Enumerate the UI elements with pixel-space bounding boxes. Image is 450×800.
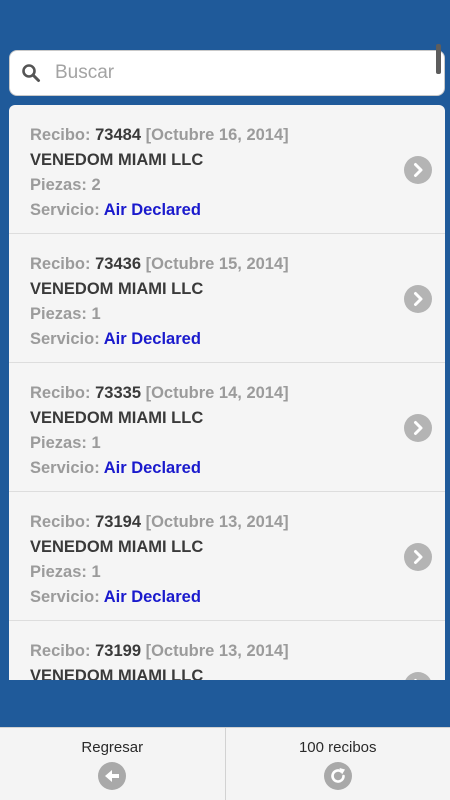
- receipt-service-line: Servicio: Air Declared: [30, 327, 445, 352]
- receipt-line: Recibo: 73436 [Octubre 15, 2014]: [30, 252, 445, 277]
- chevron-right-icon[interactable]: [404, 543, 432, 571]
- chevron-right-icon[interactable]: [404, 156, 432, 184]
- service-label: Servicio:: [30, 201, 100, 219]
- back-button[interactable]: Regresar: [0, 728, 225, 800]
- service-label: Servicio:: [30, 459, 100, 477]
- pieces-value: 1: [91, 305, 101, 323]
- receipt-label: Recibo:: [30, 513, 91, 531]
- pieces-label: Piezas:: [30, 176, 87, 194]
- receipt-item[interactable]: Recibo: 73484 [Octubre 16, 2014] VENEDOM…: [9, 105, 445, 234]
- pieces-label: Piezas:: [30, 305, 87, 323]
- search-input[interactable]: [55, 62, 415, 84]
- receipt-number: 73194: [95, 513, 141, 531]
- receipt-list: Recibo: 73484 [Octubre 16, 2014] VENEDOM…: [9, 105, 445, 680]
- receipt-service-line: Servicio: Air Declared: [30, 585, 445, 610]
- receipt-company: VENEDOM MIAMI LLC: [30, 280, 204, 298]
- arrow-left-icon: [98, 762, 127, 790]
- receipt-number: 73199: [95, 642, 141, 660]
- receipt-pieces-line: Piezas: 1: [30, 302, 445, 327]
- receipt-label: Recibo:: [30, 126, 91, 144]
- pieces-label: Piezas:: [30, 434, 87, 452]
- receipt-item[interactable]: Recibo: 73199 [Octubre 13, 2014] VENEDOM…: [9, 621, 445, 680]
- receipt-item[interactable]: Recibo: 73194 [Octubre 13, 2014] VENEDOM…: [9, 492, 445, 621]
- receipt-line: Recibo: 73484 [Octubre 16, 2014]: [30, 123, 445, 148]
- service-value: Air Declared: [103, 330, 201, 348]
- receipt-label: Recibo:: [30, 384, 91, 402]
- receipt-number: 73484: [95, 126, 141, 144]
- pieces-value: 1: [91, 563, 101, 581]
- pieces-value: 1: [91, 434, 101, 452]
- receipt-item[interactable]: Recibo: 73436 [Octubre 15, 2014] VENEDOM…: [9, 234, 445, 363]
- receipt-item[interactable]: Recibo: 73335 [Octubre 14, 2014] VENEDOM…: [9, 363, 445, 492]
- bottom-toolbar: Regresar 100 recibos: [0, 727, 450, 800]
- receipt-company: VENEDOM MIAMI LLC: [30, 151, 204, 169]
- receipt-date: [Octubre 14, 2014]: [145, 384, 289, 402]
- chevron-right-icon[interactable]: [404, 414, 432, 442]
- service-value: Air Declared: [103, 201, 201, 219]
- receipt-service-line: Servicio: Air Declared: [30, 456, 445, 481]
- receipt-line: Recibo: 73335 [Octubre 14, 2014]: [30, 381, 445, 406]
- search-icon: [20, 62, 42, 84]
- search-bar[interactable]: [9, 50, 445, 96]
- receipt-date: [Octubre 13, 2014]: [145, 642, 289, 660]
- receipt-line: Recibo: 73194 [Octubre 13, 2014]: [30, 510, 445, 535]
- receipt-pieces-line: Piezas: 2: [30, 173, 445, 198]
- receipt-pieces-line: Piezas: 1: [30, 560, 445, 585]
- receipt-number: 73436: [95, 255, 141, 273]
- pieces-value: 2: [91, 176, 101, 194]
- receipt-company: VENEDOM MIAMI LLC: [30, 538, 204, 556]
- receipt-number: 73335: [95, 384, 141, 402]
- pieces-label: Piezas:: [30, 563, 87, 581]
- service-value: Air Declared: [103, 588, 201, 606]
- scrollbar-thumb[interactable]: [436, 44, 441, 74]
- receipt-company: VENEDOM MIAMI LLC: [30, 667, 204, 680]
- back-button-label: Regresar: [81, 739, 144, 756]
- receipt-pieces-line: Piezas: 1: [30, 431, 445, 456]
- service-label: Servicio:: [30, 588, 100, 606]
- receipt-line: Recibo: 73199 [Octubre 13, 2014]: [30, 639, 445, 664]
- service-label: Servicio:: [30, 330, 100, 348]
- receipt-count-button[interactable]: 100 recibos: [224, 728, 450, 800]
- receipt-count-label: 100 recibos: [298, 739, 377, 756]
- refresh-icon: [323, 762, 352, 790]
- receipt-date: [Octubre 15, 2014]: [145, 255, 289, 273]
- receipt-company: VENEDOM MIAMI LLC: [30, 409, 204, 427]
- receipt-service-line: Servicio: Air Declared: [30, 198, 445, 223]
- service-value: Air Declared: [103, 459, 201, 477]
- receipt-date: [Octubre 13, 2014]: [145, 513, 289, 531]
- receipt-date: [Octubre 16, 2014]: [145, 126, 289, 144]
- receipt-label: Recibo:: [30, 642, 91, 660]
- chevron-right-icon[interactable]: [404, 285, 432, 313]
- receipt-label: Recibo:: [30, 255, 91, 273]
